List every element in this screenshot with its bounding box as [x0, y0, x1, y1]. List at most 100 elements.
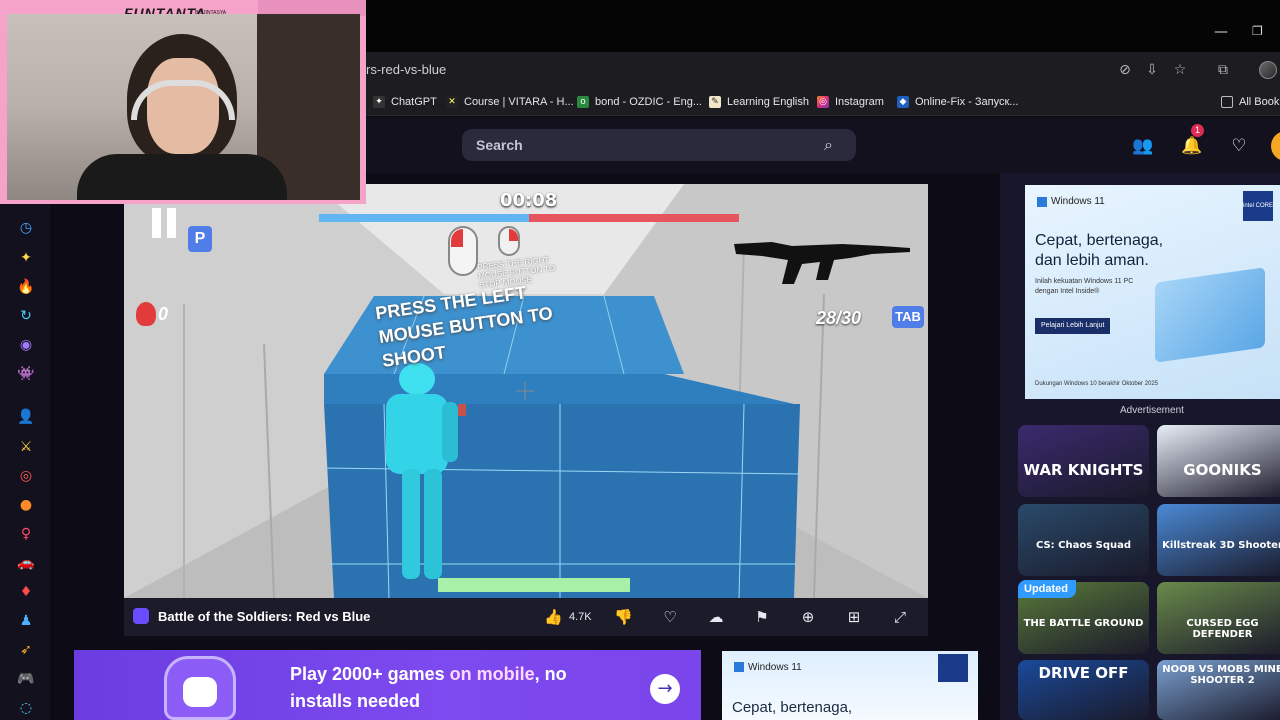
thumbnail-title: WAR KNIGHTS	[1023, 461, 1144, 479]
rifle-icon	[734, 242, 910, 284]
game-logo-icon	[133, 608, 149, 624]
casual-icon[interactable]: ♟	[17, 612, 35, 630]
controller-icon[interactable]: 🎮	[17, 670, 35, 688]
all-bookmarks[interactable]: All Book	[1221, 94, 1279, 110]
ad-cta-button[interactable]: Pelajari Lebih Lanjut	[1035, 318, 1111, 334]
thumbnail-title: GOONIKS	[1183, 461, 1262, 479]
thumbnail-title: THE BATTLE GROUND	[1023, 618, 1144, 629]
ad-banner-large[interactable]: Windows 11 intel CORE Cepat, bertenaga, …	[1025, 185, 1280, 399]
ad-small-headline: Cepat, bertenaga,	[732, 699, 853, 716]
notification-badge: 1	[1191, 124, 1204, 137]
intel-chip-icon: intel CORE	[1243, 191, 1273, 221]
game-thumbnail[interactable]: Killstreak 3D Shooter	[1157, 504, 1280, 576]
bookmark-instagram[interactable]: ◎ Instagram	[817, 94, 884, 110]
kill-count: 0	[158, 304, 169, 324]
restore-icon[interactable]: ❐	[1252, 24, 1266, 40]
bookmark-online-fix[interactable]: ◆ Online-Fix - Запуск...	[897, 94, 1018, 110]
bookmark-label: Course | VITARA - H...	[464, 96, 574, 108]
originals-icon[interactable]: ◉	[17, 336, 35, 354]
friends-icon[interactable]: 👥	[1132, 135, 1154, 157]
thumbnail-title: DRIVE OFF	[1038, 664, 1129, 682]
thumbnail-title: CURSED EGG DEFENDER	[1186, 618, 1259, 640]
left-mouse-icon	[448, 226, 478, 276]
skull-icon	[136, 302, 156, 326]
bookmark-star-icon[interactable]: ☆	[1171, 61, 1189, 79]
game-thumbnail[interactable]: CS: Chaos Squad	[1018, 504, 1149, 576]
bookmark-label: bond - OZDIC - Eng...	[595, 96, 702, 108]
game-title: Battle of the Soldiers: Red vs Blue	[158, 609, 371, 624]
card-icon[interactable]: ♦	[17, 583, 35, 601]
blue-team-bar	[319, 214, 529, 222]
search-icon[interactable]: ⌕	[824, 135, 844, 155]
bookmark-label: Online-Fix - Запуск...	[915, 96, 1019, 108]
download-cloud-icon[interactable]: ☁	[707, 607, 725, 627]
fullscreen-icon[interactable]: ⤢	[891, 607, 909, 627]
windows-logo-icon	[734, 662, 744, 672]
webcam-feed	[7, 14, 360, 200]
promo-line-2: installs needed	[290, 691, 421, 711]
favorite-heart-icon[interactable]: ♡	[661, 607, 679, 627]
updated-badge: Updated	[1018, 580, 1076, 598]
game-thumbnail[interactable]: DRIVE OFF	[1018, 660, 1149, 720]
report-icon[interactable]: ⚑	[753, 607, 771, 627]
basketball-icon[interactable]: ●	[17, 496, 35, 514]
bookmark-ozdic[interactable]: o bond - OZDIC - Eng...	[577, 94, 702, 110]
multiplayer-icon[interactable]: 👾	[17, 365, 35, 383]
chatgpt-icon: ✦	[373, 96, 385, 108]
bookmark-learning-english[interactable]: ✎ Learning English	[709, 94, 809, 110]
extensions-icon[interactable]: ⧉	[1214, 61, 1232, 79]
arrow-right-icon[interactable]: →	[650, 674, 680, 704]
ozdic-icon: o	[577, 96, 589, 108]
ammo-counter: 28/30	[816, 308, 862, 328]
ad-big-headline: Cepat, bertenaga, dan lebih aman.	[1035, 232, 1164, 269]
search-placeholder: Search	[476, 137, 523, 153]
beauty-icon[interactable]: ♀	[17, 525, 35, 543]
game-thumbnail[interactable]: CURSED EGG DEFENDER	[1157, 582, 1280, 654]
health-bar	[438, 578, 630, 592]
favorites-heart-icon[interactable]: ♡	[1228, 135, 1250, 157]
ad-small-brand: Windows 11	[748, 662, 802, 673]
pause-icon[interactable]	[152, 208, 178, 238]
pause-key-hint: P	[188, 226, 212, 252]
grid-icon[interactable]: ⊞	[845, 607, 863, 627]
action-icon[interactable]: ⚔	[17, 438, 35, 456]
no-tracking-icon[interactable]: ⊘	[1116, 61, 1134, 79]
like-icon[interactable]: 👍	[544, 607, 563, 627]
new-icon[interactable]: ✦	[17, 249, 35, 267]
game-thumbnail[interactable]: NOOB VS MOBS MINE SHOOTER 2	[1157, 660, 1280, 720]
recent-icon[interactable]: ◷	[17, 219, 35, 237]
bookmark-chatgpt[interactable]: ✦ ChatGPT	[373, 94, 437, 110]
game-thumbnail[interactable]: GOONIKS	[1157, 425, 1280, 497]
instagram-icon: ◎	[817, 96, 829, 108]
two-player-icon[interactable]: 👤	[17, 408, 35, 426]
bookmark-label: All Book	[1239, 96, 1280, 108]
notifications-bell-icon[interactable]: 🔔	[1181, 135, 1203, 157]
dislike-icon[interactable]: 👎	[614, 607, 633, 627]
io-icon[interactable]: ◌	[17, 699, 35, 717]
intel-chip-icon	[938, 654, 968, 682]
minimize-icon[interactable]: —	[1214, 24, 1228, 40]
learning-icon: ✎	[709, 96, 721, 108]
thumbnail-title: NOOB VS MOBS MINE SHOOTER 2	[1162, 664, 1280, 686]
thumbnail-title: Killstreak 3D Shooter	[1162, 540, 1280, 551]
bookmark-label: Learning English	[727, 96, 809, 108]
promo-line-1: Play 2000+ games on mobile, no	[290, 664, 567, 684]
bookmark-course[interactable]: ✕ Course | VITARA - H...	[446, 94, 574, 110]
game-thumbnail[interactable]: WAR KNIGHTS	[1018, 425, 1149, 497]
laptop-image	[1155, 267, 1265, 363]
url-text[interactable]: rs-red-vs-blue	[366, 62, 446, 77]
updated-icon[interactable]: ↻	[17, 307, 35, 325]
adventure-compass-icon[interactable]: ◎	[17, 467, 35, 485]
ad-big-brand: Windows 11	[1051, 196, 1105, 207]
theater-mode-icon[interactable]: ⊕	[799, 607, 817, 627]
health-bar-fill	[438, 578, 630, 592]
like-count: 4.7K	[569, 611, 592, 623]
game-canvas[interactable]: 00:08 P 0 PRESS THE RIGHT MOUSE BUTTON T…	[124, 184, 928, 598]
install-app-icon[interactable]: ⇩	[1143, 61, 1161, 79]
course-icon: ✕	[446, 96, 458, 108]
match-timer: 00:08	[500, 190, 558, 211]
clicker-icon[interactable]: ➶	[17, 641, 35, 659]
car-icon[interactable]: 🚗	[17, 554, 35, 572]
trending-fire-icon[interactable]: 🔥	[17, 278, 35, 296]
profile-avatar[interactable]	[1259, 61, 1277, 79]
